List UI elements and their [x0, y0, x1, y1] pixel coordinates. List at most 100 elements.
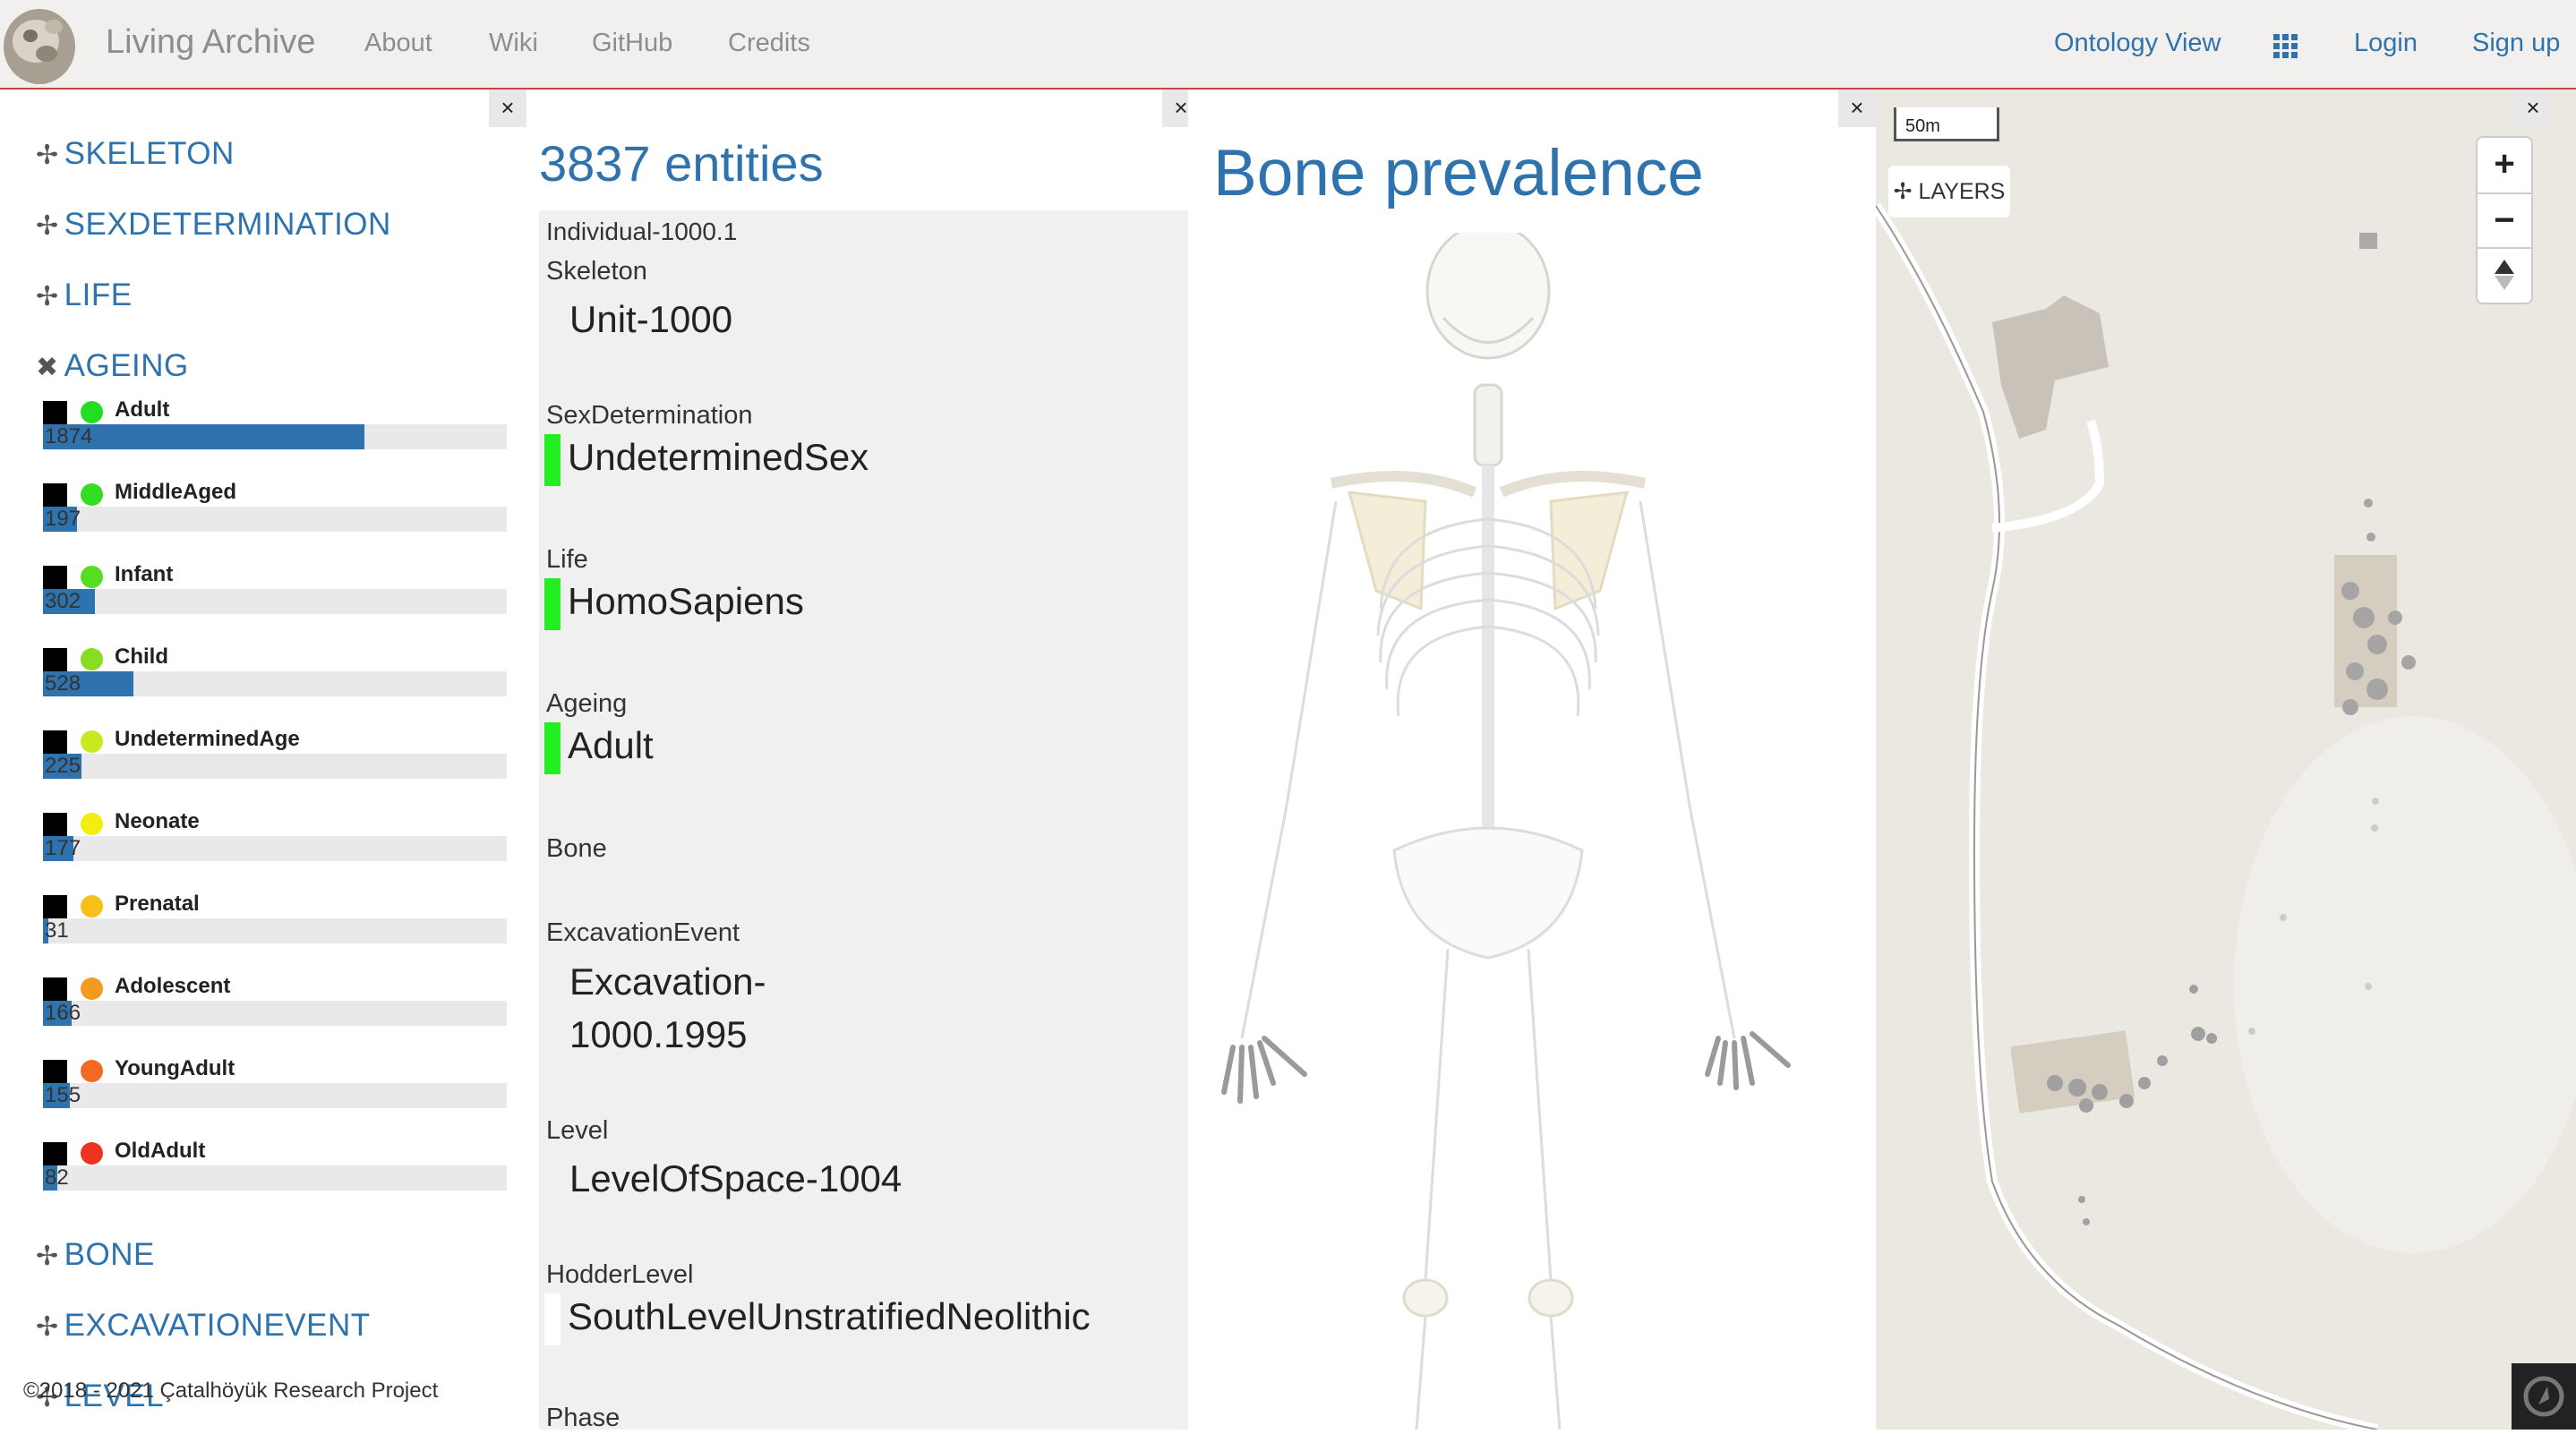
field-value-excavationevent-1[interactable]: Excavation- — [569, 960, 766, 1003]
value-text: UndeterminedSex — [568, 436, 869, 479]
layers-button[interactable]: ✢ LAYERS — [1888, 166, 2010, 218]
facet-bone[interactable]: ✢ BONE — [36, 1237, 155, 1273]
expand-icon: ✢ — [36, 1242, 59, 1271]
zoom-out-button[interactable]: − — [2478, 192, 2531, 248]
color-dot — [81, 483, 103, 506]
map-panel[interactable]: 50m ✢ LAYERS + − — [1876, 90, 2576, 1430]
color-marker — [544, 578, 561, 630]
brand-title[interactable]: Living Archive — [106, 23, 315, 62]
skeleton-diagram[interactable] — [1188, 233, 1876, 1430]
apps-grid-icon[interactable] — [2273, 34, 2298, 58]
ageing-item[interactable]: Infant 302 — [43, 562, 509, 643]
entities-panel: 3837 entities Individual-1000.1 Skeleton… — [539, 90, 1188, 1432]
color-dot — [81, 977, 103, 1000]
color-dot — [81, 730, 103, 753]
layers-label: LAYERS — [1918, 179, 2006, 204]
map-canvas[interactable] — [1876, 90, 2576, 1430]
nav-signup[interactable]: Sign up — [2472, 29, 2560, 58]
field-value-level[interactable]: LevelOfSpace-1004 — [569, 1157, 902, 1200]
field-value-excavationevent-2[interactable]: 1000.1995 — [569, 1013, 748, 1056]
select-checkbox[interactable] — [43, 813, 67, 837]
map-scale: 50m — [1894, 107, 1999, 141]
ageing-item-count: 31 — [45, 918, 69, 943]
select-checkbox[interactable] — [43, 648, 67, 672]
entities-count-title: 3837 entities — [539, 135, 824, 192]
nav-ontology-view[interactable]: Ontology View — [2054, 29, 2221, 58]
ageing-item[interactable]: MiddleAged 197 — [43, 480, 509, 560]
field-value-life[interactable]: HomoSapiens — [544, 578, 804, 630]
copyright-footer: ©2018 - 2021 Çatalhöyük Research Project — [23, 1379, 439, 1403]
entity-id[interactable]: Individual-1000.1 — [546, 218, 737, 246]
color-dot — [81, 1060, 103, 1082]
field-value-sexdetermination[interactable]: UndeterminedSex — [544, 434, 869, 486]
color-dot — [81, 895, 103, 918]
facet-ageing[interactable]: ✖ AGEING — [36, 348, 189, 384]
ageing-item[interactable]: YoungAdult 155 — [43, 1056, 509, 1137]
nav-credits[interactable]: Credits — [728, 29, 810, 58]
mapbox-logo-icon — [2523, 1376, 2564, 1417]
field-name-excavationevent: ExcavationEvent — [546, 918, 740, 947]
site-logo[interactable] — [0, 0, 82, 90]
count-bar: 177 — [43, 836, 507, 861]
color-marker — [544, 722, 561, 774]
facet-label: LIFE — [64, 277, 133, 312]
ageing-item[interactable]: Neonate 177 — [43, 809, 509, 890]
ageing-item[interactable]: Prenatal 31 — [43, 892, 509, 972]
select-checkbox[interactable] — [43, 977, 67, 1002]
ageing-item-label: Neonate — [115, 809, 200, 833]
select-checkbox[interactable] — [43, 730, 67, 755]
select-checkbox[interactable] — [43, 1142, 67, 1166]
select-checkbox[interactable] — [43, 483, 67, 508]
count-bar: 166 — [43, 1001, 507, 1026]
ageing-item[interactable]: Child 528 — [43, 644, 509, 725]
ageing-item-label: UndeterminedAge — [115, 727, 300, 751]
select-checkbox[interactable] — [43, 401, 67, 425]
field-name-skeleton: Skeleton — [546, 257, 647, 286]
close-facet-panel-button[interactable]: × — [489, 90, 526, 127]
facet-skeleton[interactable]: ✢ SKELETON — [36, 136, 235, 172]
navbar: Living Archive About Wiki GitHub Credits… — [0, 0, 2576, 90]
count-bar: 528 — [43, 671, 507, 696]
field-name-ageing: Ageing — [546, 689, 628, 718]
value-text: Adult — [568, 724, 654, 767]
facet-label: SKELETON — [64, 136, 235, 171]
close-bone-panel-button[interactable]: × — [1838, 90, 1876, 127]
entity-card: Individual-1000.1 Skeleton Unit-1000 Sex… — [539, 210, 1188, 1432]
select-checkbox[interactable] — [43, 566, 67, 590]
count-bar: 31 — [43, 918, 507, 943]
facet-sexdetermination[interactable]: ✢ SEXDETERMINATION — [36, 207, 391, 243]
collapse-icon: ✖ — [36, 353, 59, 382]
bone-prevalence-title: Bone prevalence — [1213, 137, 1704, 209]
count-bar: 197 — [43, 507, 507, 532]
count-bar: 82 — [43, 1165, 507, 1191]
nav-about[interactable]: About — [364, 29, 432, 58]
select-checkbox[interactable] — [43, 895, 67, 919]
expand-icon: ✢ — [36, 141, 59, 170]
facet-life[interactable]: ✢ LIFE — [36, 277, 133, 313]
nav-wiki[interactable]: Wiki — [489, 29, 538, 58]
close-map-panel-button[interactable]: × — [2514, 90, 2552, 127]
facet-label: SEXDETERMINATION — [64, 207, 391, 242]
ageing-item-label: Prenatal — [115, 892, 200, 916]
ageing-item-count: 166 — [45, 1001, 81, 1025]
map-attribution-button[interactable] — [2512, 1363, 2576, 1430]
facet-label: EXCAVATIONEVENT — [64, 1308, 371, 1343]
ageing-item[interactable]: OldAdult 82 — [43, 1139, 509, 1219]
ageing-item-count: 155 — [45, 1083, 81, 1107]
color-marker — [544, 434, 561, 486]
color-dot — [81, 566, 103, 588]
ageing-item[interactable]: Adult 1874 — [43, 397, 509, 478]
field-value-ageing[interactable]: Adult — [544, 722, 654, 774]
nav-github[interactable]: GitHub — [592, 29, 672, 58]
field-value-hodderlevel[interactable]: SouthLevelUnstratifiedNeolithic — [544, 1293, 1091, 1345]
nav-login[interactable]: Login — [2354, 29, 2418, 58]
expand-icon: ✢ — [36, 282, 59, 312]
facet-excavationevent[interactable]: ✢ EXCAVATIONEVENT — [36, 1308, 371, 1344]
color-dot — [81, 401, 103, 423]
select-checkbox[interactable] — [43, 1060, 67, 1084]
ageing-item[interactable]: UndeterminedAge 225 — [43, 727, 509, 807]
field-value-skeleton[interactable]: Unit-1000 — [569, 298, 732, 341]
zoom-in-button[interactable]: + — [2478, 138, 2531, 192]
ageing-item[interactable]: Adolescent 166 — [43, 974, 509, 1054]
reset-bearing-button[interactable] — [2478, 247, 2531, 303]
